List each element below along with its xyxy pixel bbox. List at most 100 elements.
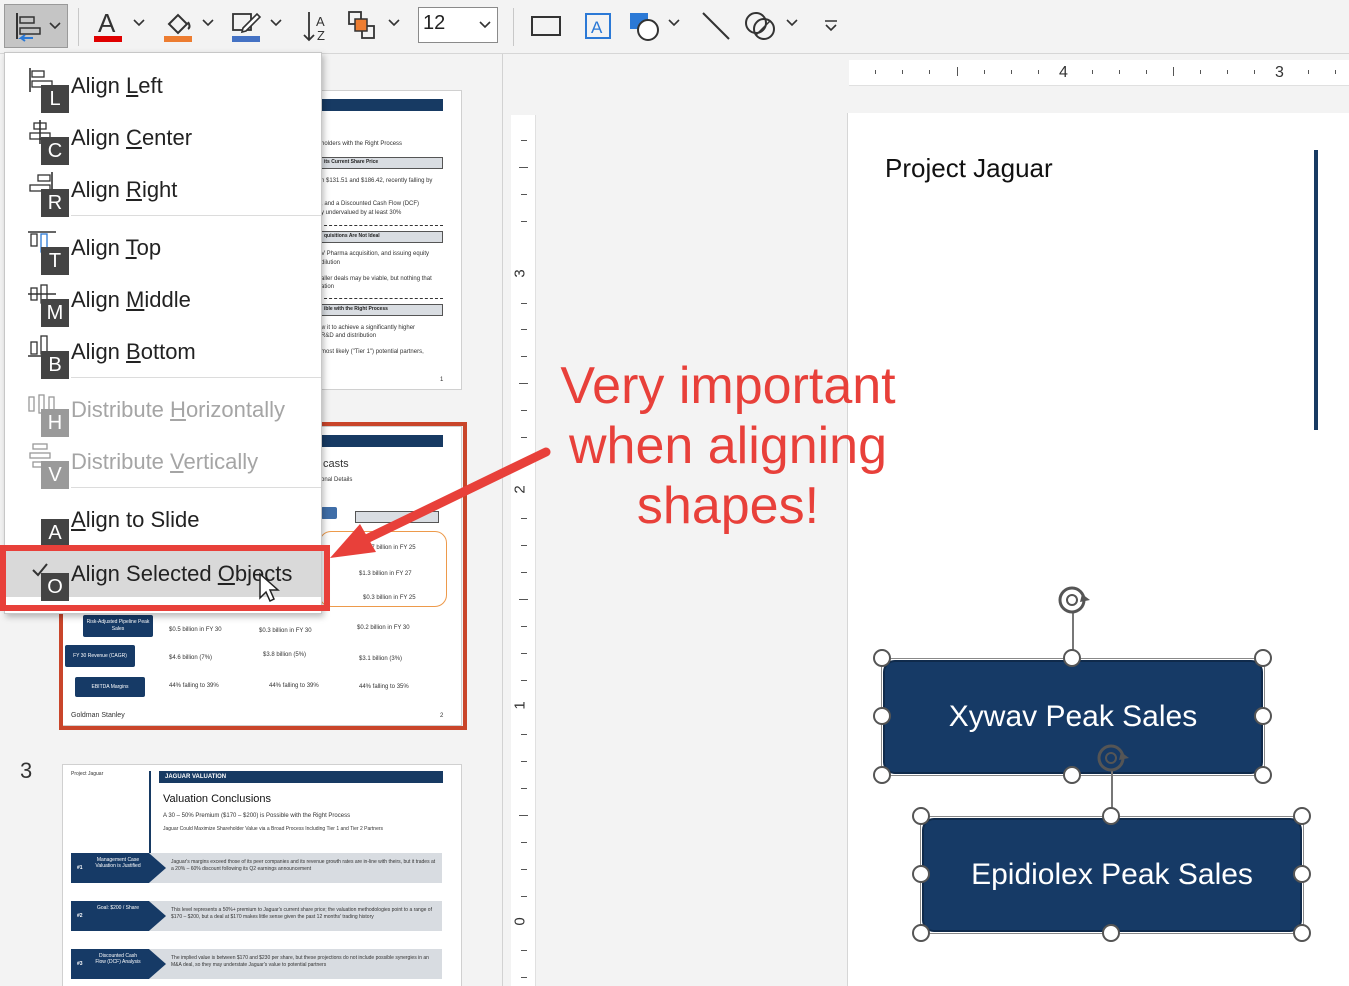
arrange-button[interactable] <box>342 4 382 48</box>
shortcut-key: V <box>41 461 69 489</box>
shortcut-key: H <box>41 409 69 437</box>
align-objects-icon <box>16 13 41 42</box>
menu-item-align-left[interactable]: L Align Left <box>5 59 321 113</box>
resize-handle[interactable] <box>1102 807 1120 825</box>
thumb-text: V Pharma acquisition, and issuing equity <box>321 251 430 257</box>
shapes-button[interactable] <box>624 4 664 48</box>
font-size-value: 12 <box>423 12 446 34</box>
slide-thumbnail-3[interactable]: Project Jaguar JAGUAR VALUATION Valuatio… <box>62 764 462 986</box>
resize-handle[interactable] <box>1293 807 1311 825</box>
thumb-page-number: 1 <box>440 377 444 383</box>
svg-text:A: A <box>591 18 603 37</box>
rotate-handle-icon[interactable] <box>1054 580 1094 620</box>
rectangle-icon <box>531 16 561 36</box>
chevron-down-icon[interactable] <box>270 18 282 28</box>
resize-handle[interactable] <box>1063 649 1081 667</box>
shortcut-key: M <box>41 299 69 327</box>
ruler-number: 4 <box>1059 64 1068 81</box>
resize-handle[interactable] <box>1293 865 1311 883</box>
rectangle-button[interactable] <box>528 4 564 48</box>
resize-handle[interactable] <box>1063 766 1081 784</box>
thumb-text: Jaguar Could Maximize Shareholder Value … <box>163 826 384 832</box>
menu-item-align-top[interactable]: T Align Top <box>5 221 321 275</box>
ruler-number: 1 <box>511 701 529 710</box>
merge-shapes-button[interactable] <box>740 4 780 48</box>
thumb-text: n $131.51 and $186.42, recently falling … <box>321 178 433 184</box>
thumb-text: ation <box>321 284 335 290</box>
ruler-number: 3 <box>511 269 529 278</box>
menu-item-distribute-horizontally: H Distribute Horizontally <box>5 383 321 437</box>
shortcut-key: A <box>41 519 69 547</box>
selected-item-highlight <box>0 545 330 611</box>
arrange-icon <box>348 11 375 39</box>
menu-item-label: Align Left <box>71 73 163 98</box>
thumb-text: aller deals may be viable, but nothing t… <box>321 276 432 282</box>
resize-handle[interactable] <box>1254 766 1272 784</box>
slide-title[interactable]: Project Jaguar <box>885 153 1053 184</box>
text-box-button[interactable]: A <box>580 4 616 48</box>
shape-outline-icon <box>232 12 262 42</box>
svg-text:Z: Z <box>317 28 325 43</box>
menu-item-label: Align Top <box>71 235 162 260</box>
line-button[interactable] <box>696 4 736 48</box>
annotation-line: shapes! <box>636 477 820 535</box>
annotation-line: Very important <box>560 357 896 415</box>
menu-separator <box>71 487 321 488</box>
thumb-text: dilution <box>321 260 341 266</box>
menu-item-align-to-slide[interactable]: A Align to Slide <box>5 493 321 547</box>
resize-handle[interactable] <box>873 649 891 667</box>
font-color-icon: A <box>94 8 122 42</box>
ruler-number: 0 <box>511 917 529 926</box>
resize-handle[interactable] <box>912 807 930 825</box>
rotate-handle-icon[interactable] <box>1093 738 1133 778</box>
text-box-icon: A <box>585 13 611 39</box>
resize-handle[interactable] <box>873 707 891 725</box>
thumb-text: holders with the Right Process <box>321 141 403 147</box>
menu-item-align-bottom[interactable]: B Align Bottom <box>5 325 321 379</box>
menu-item-align-right[interactable]: R Align Right <box>5 163 321 217</box>
mouse-cursor-icon <box>259 572 280 603</box>
menu-item-label: Align Center <box>71 125 193 150</box>
chevron-down-icon[interactable] <box>202 18 214 28</box>
horizontal-ruler: 4 3 <box>849 60 1349 86</box>
resize-handle[interactable] <box>1254 649 1272 667</box>
thumb-text: ible with the Right Process <box>319 304 443 316</box>
chevron-down-icon[interactable] <box>133 18 145 28</box>
menu-item-align-middle[interactable]: M Align Middle <box>5 273 321 327</box>
chevron-down-icon[interactable] <box>388 18 400 28</box>
font-size-select[interactable]: 12 <box>418 7 498 43</box>
slide-divider-line[interactable] <box>1314 150 1318 430</box>
shortcut-key: R <box>41 189 69 217</box>
text-direction-icon: AZ <box>303 12 325 43</box>
shortcut-key: C <box>41 137 69 165</box>
shape-fill-button[interactable] <box>158 4 198 48</box>
shortcut-key: L <box>41 85 69 113</box>
font-color-button[interactable]: A <box>90 4 126 48</box>
selection-box <box>920 816 1304 934</box>
menu-item-label: Distribute Horizontally <box>71 397 285 422</box>
chevron-down-icon[interactable] <box>668 18 680 28</box>
resize-handle[interactable] <box>912 865 930 883</box>
svg-text:A: A <box>98 8 116 38</box>
resize-handle[interactable] <box>912 924 930 942</box>
menu-item-label: Distribute Vertically <box>71 449 259 474</box>
menu-item-align-center[interactable]: C Align Center <box>5 111 321 165</box>
text-direction-button[interactable]: AZ <box>296 4 336 48</box>
resize-handle[interactable] <box>1293 924 1311 942</box>
align-objects-button[interactable] <box>4 4 68 48</box>
resize-handle[interactable] <box>1102 924 1120 942</box>
thumb-text: , and a Discounted Cash Flow (DCF) <box>321 201 420 207</box>
menu-item-label: Align Middle <box>71 287 191 312</box>
menu-item-label: Align Right <box>71 177 178 202</box>
more-options-button[interactable] <box>818 4 844 48</box>
thumb-text: quisitions Are Not Ideal <box>319 231 443 243</box>
shape-outline-button[interactable] <box>226 4 266 48</box>
chevron-down-icon[interactable] <box>786 18 798 28</box>
shapes-icon <box>630 13 659 41</box>
resize-handle[interactable] <box>1254 707 1272 725</box>
annotation-text: Very important when aligning shapes! <box>548 356 908 536</box>
shortcut-key: B <box>41 351 69 379</box>
resize-handle[interactable] <box>873 766 891 784</box>
thumb-text: w it to achieve a significantly higher <box>321 325 416 331</box>
menu-item-distribute-vertically: V Distribute Vertically <box>5 435 321 489</box>
